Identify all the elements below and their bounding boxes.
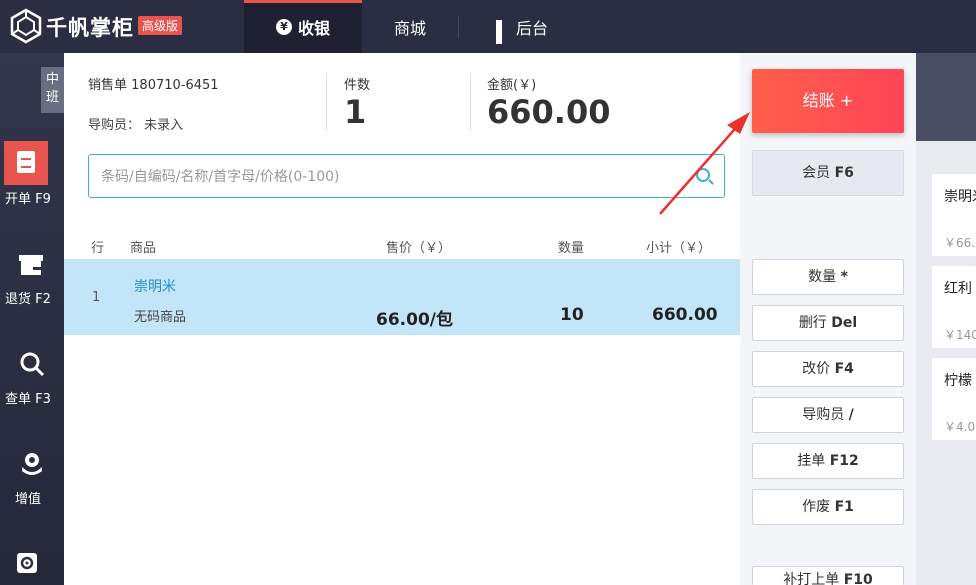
void-order-button[interactable]: 作废 F1 [752, 489, 904, 525]
nav-new-order-label: 开单 F9 [5, 192, 51, 207]
yen-icon: ¥ [275, 18, 292, 35]
quantity-button-label: 数量 [808, 269, 837, 285]
product-card-price: ￥140 [944, 328, 976, 342]
delete-row-button-key: Del [831, 315, 858, 331]
column-header-price: 售价（￥） [386, 241, 452, 256]
table-row[interactable]: 1 崇明米 无码商品 66.00/包 10 660.00 [64, 259, 740, 335]
nav-search-order[interactable]: 查单 F3 [0, 341, 64, 411]
divider [470, 73, 471, 131]
reprint-button-label: 补打上单 [783, 572, 840, 585]
shopping-guide-value: 未录入 [144, 118, 184, 133]
checkout-button[interactable]: 结账 + [752, 69, 904, 133]
reprint-button[interactable]: 补打上单 F10 [752, 566, 904, 585]
hold-order-button-key: F12 [829, 453, 859, 469]
product-grid-header [916, 53, 976, 141]
member-button-key: F6 [834, 165, 854, 181]
tab-mall[interactable]: 商城 [362, 0, 458, 53]
product-qty[interactable]: 10 [560, 305, 584, 325]
change-price-button-key: F4 [834, 361, 854, 377]
product-code: 无码商品 [134, 310, 187, 325]
delete-row-button[interactable]: 删行 Del [752, 305, 904, 341]
column-header-row: 行 [91, 241, 105, 256]
order-number-value: 180710-6451 [131, 78, 219, 93]
product-subtotal: 660.00 [652, 305, 718, 325]
settings-icon[interactable] [17, 553, 37, 573]
product-card[interactable]: 红利 ￥140 [932, 266, 976, 348]
nav-value-added-label: 增值 [14, 492, 41, 507]
column-header-qty: 数量 [558, 241, 585, 256]
tab-cashier[interactable]: ¥ 收银 [244, 0, 362, 53]
left-nav: 中班 开单 F9 退货 F2 查单 F3 增值 [0, 53, 64, 585]
quantity-button-key: * [840, 269, 848, 285]
nav-return[interactable]: 退货 F2 [0, 241, 64, 311]
row-index: 1 [92, 290, 101, 305]
grid-icon [495, 19, 510, 44]
receipt-icon [4, 141, 48, 185]
active-tab-indicator [244, 0, 362, 3]
hold-order-button[interactable]: 挂单 F12 [752, 443, 904, 479]
member-button[interactable]: 会员 F6 [752, 150, 904, 196]
product-card[interactable]: 崇明米 ￥66. [932, 174, 976, 256]
change-price-button[interactable]: 改价 F4 [752, 351, 904, 387]
member-button-label: 会员 [802, 165, 831, 181]
quantity-button[interactable]: 数量 * [752, 259, 904, 295]
void-order-button-key: F1 [834, 499, 854, 515]
column-header-subtotal: 小计（￥） [646, 241, 712, 256]
product-card-name: 红利 [944, 281, 972, 297]
product-card-price: ￥66. [944, 236, 976, 250]
product-card-name: 崇明米 [944, 189, 976, 205]
reprint-button-key: F10 [843, 572, 873, 585]
order-number-label: 销售单 [88, 78, 128, 93]
shopping-guide-button-label: 导购员 [802, 407, 845, 423]
product-card-name: 柠檬 [944, 373, 972, 389]
item-count-value: 1 [344, 93, 367, 131]
change-price-button-label: 改价 [802, 361, 831, 377]
shopping-guide-button-key: / [848, 407, 854, 423]
product-card-price: ￥4.0 [944, 420, 976, 434]
top-bar: 千帆掌柜 高级版 ¥ 收银 商城 后台 [0, 0, 976, 53]
shopping-guide-button[interactable]: 导购员 / [752, 397, 904, 433]
shopping-guide: 导购员： 未录入 [88, 114, 183, 133]
search-icon[interactable] [696, 168, 710, 182]
column-header-product: 商品 [130, 241, 157, 256]
edition-badge: 高级版 [138, 16, 183, 35]
product-name: 崇明米 [134, 279, 176, 295]
product-card[interactable]: 柠檬 ￥4.0 [932, 358, 976, 440]
nav-return-label: 退货 F2 [5, 292, 51, 307]
hold-order-button-label: 挂单 [797, 453, 826, 469]
product-price[interactable]: 66.00/包 [376, 305, 453, 330]
product-search[interactable] [88, 154, 725, 198]
shopping-guide-label: 导购员： [88, 118, 141, 133]
order-number: 销售单 180710-6451 [88, 74, 219, 93]
logo-icon [10, 8, 42, 44]
void-order-button-label: 作废 [802, 499, 831, 515]
order-panel: 销售单 180710-6451 导购员： 未录入 件数 1 金额(￥) 660.… [64, 53, 740, 585]
box-return-icon [19, 255, 43, 275]
tab-backend[interactable]: 后台 [472, 0, 572, 53]
amount-label: 金额(￥) [487, 78, 537, 93]
delete-row-button-label: 删行 [798, 315, 827, 331]
tab-cashier-label: 收银 [297, 18, 330, 38]
nav-value-added[interactable]: 增值 [0, 441, 64, 511]
brand-name: 千帆掌柜 [46, 16, 134, 40]
divider [326, 73, 327, 131]
magnifier-icon [20, 352, 45, 377]
nav-search-order-label: 查单 F3 [5, 392, 51, 407]
item-count-label: 件数 [344, 78, 371, 93]
amount-value: 660.00 [487, 93, 611, 131]
nav-new-order[interactable]: 开单 F9 [0, 141, 64, 211]
tab-backend-label: 后台 [515, 18, 548, 38]
shift-badge: 中班 [41, 67, 64, 113]
tab-divider [458, 16, 459, 38]
search-input[interactable] [101, 167, 681, 187]
growth-icon [22, 453, 42, 475]
tab-mall-label: 商城 [393, 18, 426, 38]
